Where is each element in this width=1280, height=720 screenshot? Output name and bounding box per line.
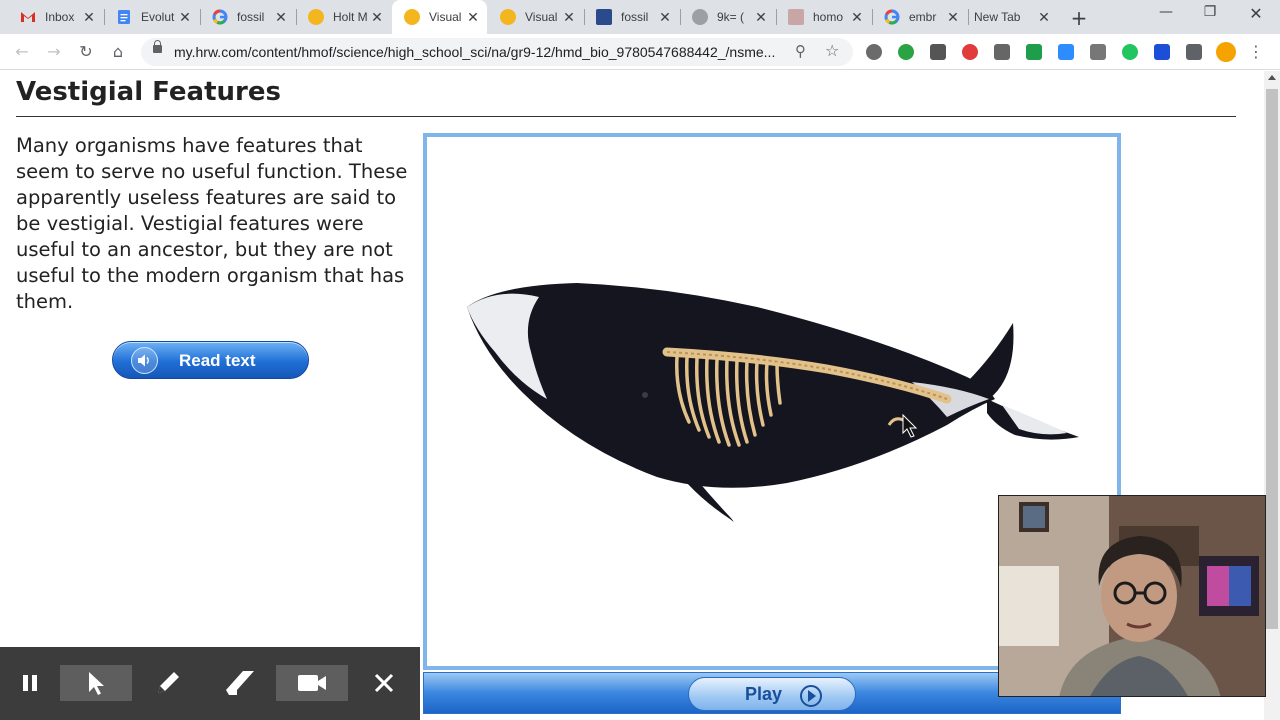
url-text[interactable]: my.hrw.com/content/hmof/science/high_sch…: [174, 44, 775, 60]
close-tab-icon[interactable]: ✕: [657, 9, 673, 26]
tab-new-tab[interactable]: New Tab ✕: [968, 0, 1058, 34]
tab-evolut[interactable]: Evolut ✕: [104, 0, 199, 34]
scrollbar-thumb[interactable]: [1266, 89, 1278, 629]
docs-icon: [116, 9, 132, 25]
body-text: Many organisms have features that seem t…: [16, 134, 408, 313]
tab-visual[interactable]: Visual ✕: [488, 0, 583, 34]
eraser-icon[interactable]: [218, 665, 262, 701]
address-bar[interactable]: my.hrw.com/content/hmof/science/high_sch…: [141, 38, 853, 66]
close-tab-icon[interactable]: ✕: [561, 9, 577, 26]
close-tab-icon[interactable]: ✕: [81, 9, 97, 26]
pen-icon[interactable]: [146, 665, 190, 701]
close-tab-icon[interactable]: ✕: [465, 9, 481, 26]
tab-9k[interactable]: 9k= ( ✕: [680, 0, 775, 34]
title-divider: [16, 116, 1236, 117]
site-icon: [596, 9, 612, 25]
presenter-video: [999, 496, 1265, 696]
new-tab-icon[interactable]: +: [1068, 6, 1090, 30]
classroom-icon[interactable]: [1026, 44, 1042, 60]
avatar[interactable]: [1216, 42, 1236, 62]
home-icon[interactable]: ⌂: [107, 41, 129, 63]
page-title: Vestigial Features: [16, 77, 281, 107]
google-icon: [212, 9, 228, 25]
close-tab-icon[interactable]: ✕: [849, 9, 865, 26]
pointer-icon[interactable]: [60, 665, 132, 701]
google-icon: [884, 9, 900, 25]
globe-icon: [692, 9, 708, 25]
menu-dots-icon[interactable]: ⋮: [1248, 41, 1264, 63]
tab-inbox[interactable]: Inbox ✕: [8, 0, 103, 34]
extension-icon[interactable]: [930, 44, 946, 60]
close-icon[interactable]: [362, 665, 406, 701]
gmail-icon: [20, 9, 36, 25]
close-tab-icon[interactable]: ✕: [1036, 9, 1052, 26]
evernote-icon[interactable]: [898, 44, 914, 60]
extension-icon[interactable]: [1154, 44, 1170, 60]
reload-icon[interactable]: ↻: [75, 41, 97, 63]
tab-fossil-2[interactable]: fossil ✕: [584, 0, 679, 34]
puzzle-icon[interactable]: [1186, 44, 1202, 60]
close-tab-icon[interactable]: ✕: [753, 9, 769, 26]
play-icon: [800, 685, 822, 707]
webcam-overlay: [998, 495, 1266, 697]
back-icon[interactable]: ←: [11, 41, 33, 63]
scroll-up-icon[interactable]: [1268, 75, 1276, 80]
hmh-icon: [308, 9, 324, 25]
close-window-icon[interactable]: ✕: [1236, 4, 1276, 23]
minimize-icon[interactable]: —: [1146, 4, 1186, 20]
page-scrollbar[interactable]: [1264, 71, 1280, 720]
extension-icon[interactable]: [1122, 44, 1138, 60]
speaker-icon: [131, 347, 158, 374]
close-tab-icon[interactable]: ✕: [177, 9, 193, 26]
hmh-icon: [500, 9, 516, 25]
play-button[interactable]: Play: [688, 677, 856, 711]
close-tab-icon[interactable]: ✕: [273, 9, 289, 26]
restore-icon[interactable]: ❐: [1190, 4, 1230, 20]
extension-icon[interactable]: [866, 44, 882, 60]
close-tab-icon[interactable]: ✕: [369, 9, 385, 26]
tab-holt[interactable]: Holt M ✕: [296, 0, 391, 34]
bookmark-star-icon[interactable]: ☆: [825, 41, 839, 60]
read-text-button[interactable]: Read text: [112, 341, 309, 379]
tab-visual-active[interactable]: Visual ✕: [392, 0, 487, 34]
site-icon: [788, 9, 804, 25]
browser-toolbar: ← → ↻ ⌂ my.hrw.com/content/hmof/science/…: [0, 34, 1280, 70]
extension-icon[interactable]: [994, 44, 1010, 60]
zoom-ext-icon[interactable]: [1058, 44, 1074, 60]
tab-fossil[interactable]: fossil ✕: [200, 0, 295, 34]
close-tab-icon[interactable]: ✕: [945, 9, 961, 26]
hmh-icon: [404, 9, 420, 25]
annotation-toolbar: [0, 647, 420, 720]
extension-icon[interactable]: [1090, 44, 1106, 60]
extension-icon[interactable]: [962, 44, 978, 60]
pause-icon[interactable]: [8, 665, 52, 701]
zoom-icon[interactable]: ⚲: [795, 42, 806, 60]
lock-icon: [153, 40, 162, 53]
tab-strip: Inbox ✕ Evolut ✕ fossil ✕ Holt M ✕ Visua…: [0, 0, 1280, 34]
camera-icon[interactable]: [276, 665, 348, 701]
tab-embr[interactable]: embr ✕: [872, 0, 967, 34]
forward-icon[interactable]: →: [43, 41, 65, 63]
tab-homo[interactable]: homo ✕: [776, 0, 871, 34]
